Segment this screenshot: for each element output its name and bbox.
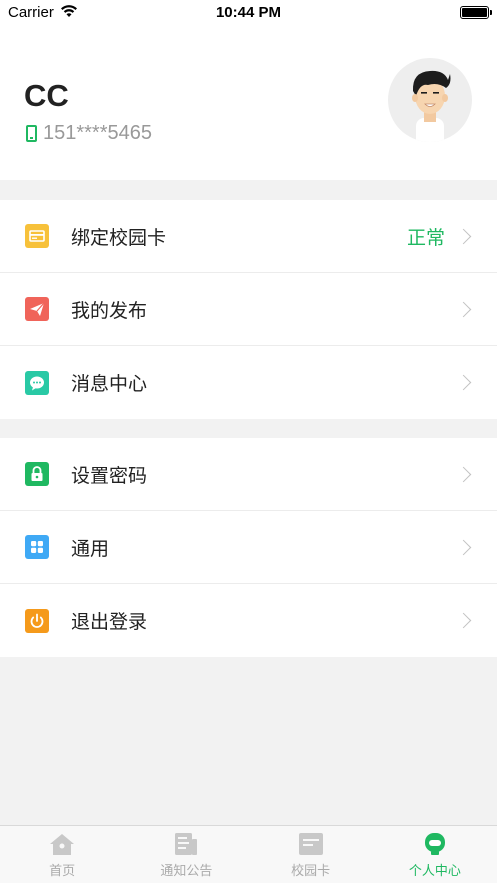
tab-home[interactable]: 首页 (0, 826, 124, 883)
chevron-right-icon (455, 301, 472, 317)
menu-label: 我的发布 (71, 300, 148, 322)
lock-icon (25, 462, 49, 486)
notice-icon (175, 833, 198, 855)
power-icon (25, 608, 49, 633)
tab-label: 个人中心 (408, 863, 461, 878)
chevron-right-icon (455, 612, 472, 629)
chevron-right-icon (455, 374, 472, 391)
tab-campus-card[interactable]: 校园卡 (249, 826, 373, 883)
avatar[interactable] (388, 58, 472, 142)
tab-label: 校园卡 (291, 863, 331, 878)
chevron-right-icon (455, 466, 472, 482)
user-name: CC (24, 78, 69, 113)
menu-label: 设置密码 (71, 465, 148, 487)
menu-group-settings: 设置密码 通用 退出登录 (0, 438, 497, 657)
profile-icon (424, 833, 445, 855)
profile-header: CC 151****5465 (0, 26, 497, 180)
status-bar: Carrier 10:44 PM (0, 0, 497, 26)
clock: 10:44 PM (215, 4, 282, 21)
phone-number: 151****5465 (43, 122, 152, 144)
message-center-row[interactable]: 消息中心 (0, 346, 497, 419)
mobile-phone-icon (26, 125, 37, 142)
campus-card-icon (298, 833, 323, 855)
logout-row[interactable]: 退出登录 (0, 584, 497, 657)
set-password-row[interactable]: 设置密码 (0, 438, 497, 511)
menu-group-account: 绑定校园卡 正常 我的发布 消息中心 (0, 200, 497, 419)
tab-bar: 首页 通知公告 校园卡 个人中心 (0, 825, 497, 883)
paper-plane-icon (25, 297, 49, 321)
chat-icon (25, 370, 49, 395)
menu-label: 绑定校园卡 (71, 227, 167, 249)
battery-icon (460, 6, 492, 19)
menu-label: 通用 (71, 538, 110, 560)
tab-profile[interactable]: 个人中心 (373, 826, 497, 883)
bind-campus-card-row[interactable]: 绑定校园卡 正常 (0, 200, 497, 273)
tab-label: 通知公告 (160, 863, 213, 878)
tab-label: 首页 (49, 863, 76, 878)
menu-label: 消息中心 (71, 374, 148, 395)
grid-icon (25, 535, 49, 559)
card-status: 正常 (406, 227, 445, 249)
general-row[interactable]: 通用 (0, 511, 497, 584)
my-posts-row[interactable]: 我的发布 (0, 273, 497, 346)
chevron-right-icon (455, 228, 472, 244)
tab-notices[interactable]: 通知公告 (124, 826, 248, 883)
menu-label: 退出登录 (71, 612, 148, 633)
user-phone: 151****5465 (26, 122, 152, 145)
chevron-right-icon (455, 539, 472, 555)
card-icon (25, 224, 49, 248)
home-icon (50, 834, 75, 855)
